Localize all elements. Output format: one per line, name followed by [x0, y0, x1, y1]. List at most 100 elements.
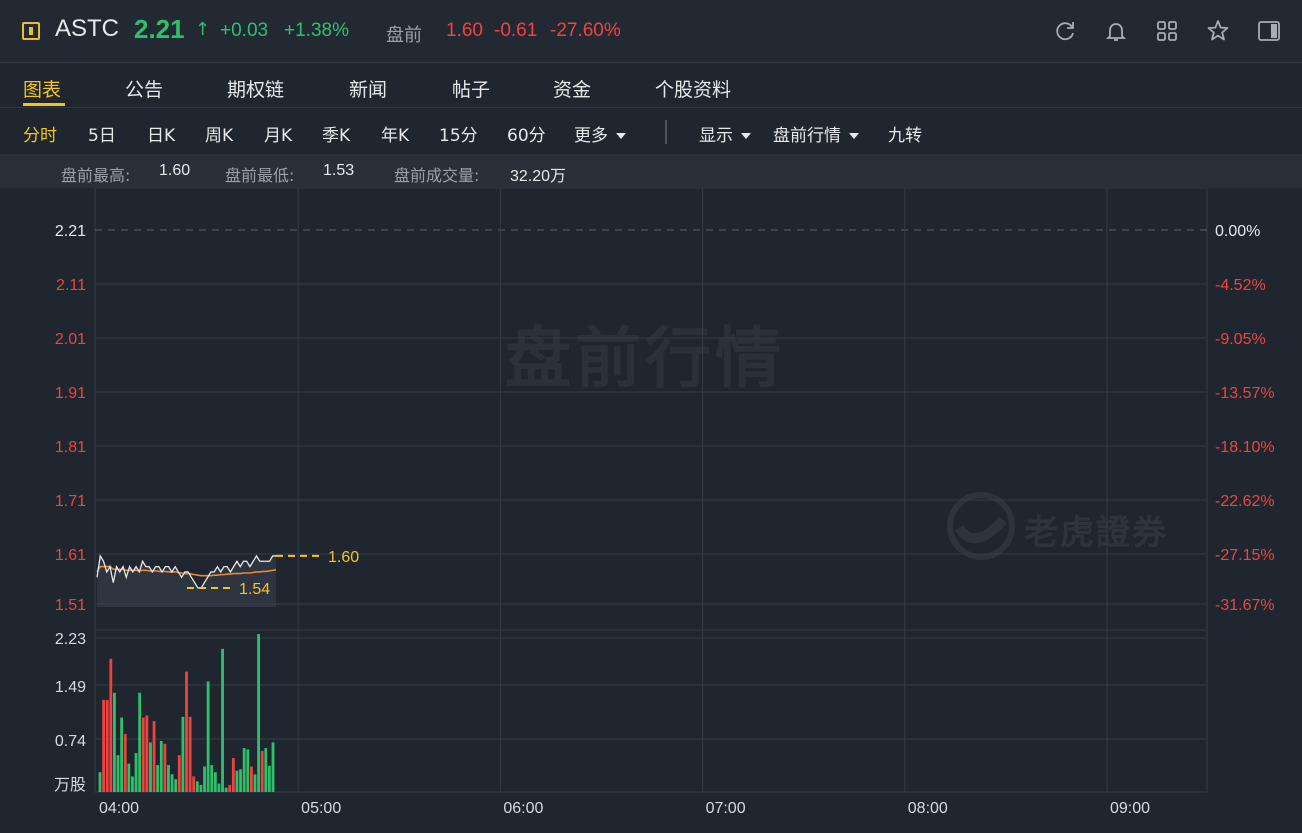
grid-icon[interactable] [1154, 18, 1180, 44]
star-icon[interactable] [1205, 18, 1231, 44]
volume-bar [203, 766, 206, 792]
bell-icon[interactable] [1103, 18, 1129, 44]
volume-tick-label: 1.49 [55, 679, 86, 696]
volume-bar [141, 717, 145, 792]
quote-header: ASTC 2.21 ↑ +0.03 +1.38% 盘前 1.60 -0.61 -… [0, 0, 1302, 63]
volume-bar [149, 742, 152, 792]
more-periods-dropdown[interactable]: 更多 [574, 121, 626, 146]
volume-bar [163, 743, 167, 792]
volume-bar [210, 765, 214, 792]
tab-posts[interactable]: 帖子 [452, 75, 490, 102]
active-tab-indicator [23, 103, 65, 106]
premarket-quote-label: 盘前行情 [773, 126, 841, 146]
volume-bar [188, 716, 192, 792]
percent-tick-label: 0.00% [1215, 223, 1260, 240]
volume-bar [221, 648, 224, 792]
volume-bar [98, 772, 102, 792]
tab-news[interactable]: 新闻 [349, 75, 387, 102]
percent-tick-label: -27.15% [1215, 547, 1275, 564]
volume-bar [159, 740, 163, 792]
volume-bar [102, 699, 106, 792]
price-tick-label: 1.51 [55, 597, 86, 614]
volume-bar [138, 692, 142, 792]
volume-bar [257, 634, 260, 792]
main-tabs: 图表 公告 期权链 新闻 帖子 资金 个股资料 [0, 63, 1302, 108]
volume-bar [260, 750, 264, 792]
price-tick-label: 2.01 [55, 331, 86, 348]
percent-tick-label: -18.10% [1215, 439, 1275, 456]
tab-profile[interactable]: 个股资料 [655, 75, 731, 102]
premarket-low-value: 1.53 [323, 162, 355, 179]
volume-bar [242, 748, 246, 792]
volume-bars [98, 634, 275, 792]
percent-tick-label: -31.67% [1215, 597, 1275, 614]
sidebar-toggle-icon[interactable] [1256, 18, 1282, 44]
tab-options-chain[interactable]: 期权链 [227, 75, 284, 102]
tab-announcements[interactable]: 公告 [125, 75, 163, 102]
volume-bar [206, 681, 210, 792]
premarket-low-label: 盘前最低: [225, 166, 295, 185]
low-marker-label: 1.54 [239, 581, 270, 598]
premarket-volume-label: 盘前成交量: [394, 166, 480, 185]
volume-bar [174, 779, 178, 792]
price-tick-label: 1.61 [55, 547, 86, 564]
premarket-dropdown[interactable]: 盘前行情 [773, 121, 859, 146]
period-intraday[interactable]: 分时 [23, 121, 57, 146]
price-tick-label: 1.71 [55, 493, 86, 510]
volume-bar [224, 787, 228, 792]
volume-bar [167, 765, 170, 792]
volume-bar [228, 784, 232, 792]
period-daily-k[interactable]: 日K [147, 121, 175, 146]
chevron-down-icon [741, 133, 751, 139]
volume-tick-label: 万股 [54, 776, 86, 794]
volume-bar [231, 757, 235, 792]
premarket-volume-value: 32.20万 [510, 168, 567, 185]
volume-bar [113, 692, 116, 792]
period-15min[interactable]: 15分 [439, 121, 478, 146]
volume-bar [264, 748, 268, 792]
volume-bar [105, 699, 109, 792]
market-status-icon [22, 22, 40, 40]
volume-bar [145, 715, 149, 792]
percent-tick-label: -22.62% [1215, 493, 1275, 510]
percent-tick-label: -4.52% [1215, 277, 1266, 294]
time-tick-label: 05:00 [301, 800, 341, 817]
tab-capital[interactable]: 资金 [553, 75, 591, 102]
stock-symbol: ASTC [55, 15, 120, 42]
premarket-change-percent: -27.60% [550, 20, 621, 41]
last-price: 2.21 [134, 14, 185, 44]
volume-bar [271, 742, 275, 792]
price-tick-label: 2.11 [56, 277, 86, 294]
period-60min[interactable]: 60分 [507, 121, 546, 146]
refresh-icon[interactable] [1052, 18, 1078, 44]
premarket-label: 盘前 [386, 25, 422, 46]
volume-bar [120, 717, 124, 792]
volume-bar [195, 781, 199, 792]
period-weekly-k[interactable]: 周K [205, 121, 233, 146]
period-5day[interactable]: 5日 [88, 121, 116, 146]
percent-tick-label: -9.05% [1215, 331, 1266, 348]
nine-turn-button[interactable]: 九转 [888, 121, 922, 146]
period-yearly-k[interactable]: 年K [381, 121, 409, 146]
period-monthly-k[interactable]: 月K [264, 121, 292, 146]
premarket-change: -0.61 [494, 20, 538, 41]
volume-bar [131, 776, 134, 792]
high-marker-label: 1.60 [328, 549, 359, 566]
intraday-chart[interactable]: 2.21 2.11 2.01 1.91 1.81 1.71 1.61 1.51 0.00% -4… [0, 188, 1302, 833]
volume-bar [267, 765, 271, 792]
volume-bar [177, 755, 181, 792]
volume-tick-label: 2.23 [55, 631, 86, 648]
display-dropdown[interactable]: 显示 [699, 121, 751, 146]
time-axis: 04:00 05:00 06:00 07:00 08:00 09:00 [99, 800, 1150, 817]
volume-bar [109, 658, 113, 792]
display-label: 显示 [699, 126, 733, 146]
volume-tick-label: 0.74 [55, 733, 86, 750]
tab-chart[interactable]: 图表 [23, 75, 61, 102]
price-axis-left: 2.21 2.11 2.01 1.91 1.81 1.71 1.61 1.51 [55, 223, 86, 614]
time-tick-label: 06:00 [503, 800, 543, 817]
volume-bar [192, 776, 196, 792]
price-up-arrow-icon: ↑ [195, 19, 211, 40]
volume-bar [246, 749, 250, 792]
volume-bar [185, 671, 188, 792]
period-quarterly-k[interactable]: 季K [322, 121, 350, 146]
